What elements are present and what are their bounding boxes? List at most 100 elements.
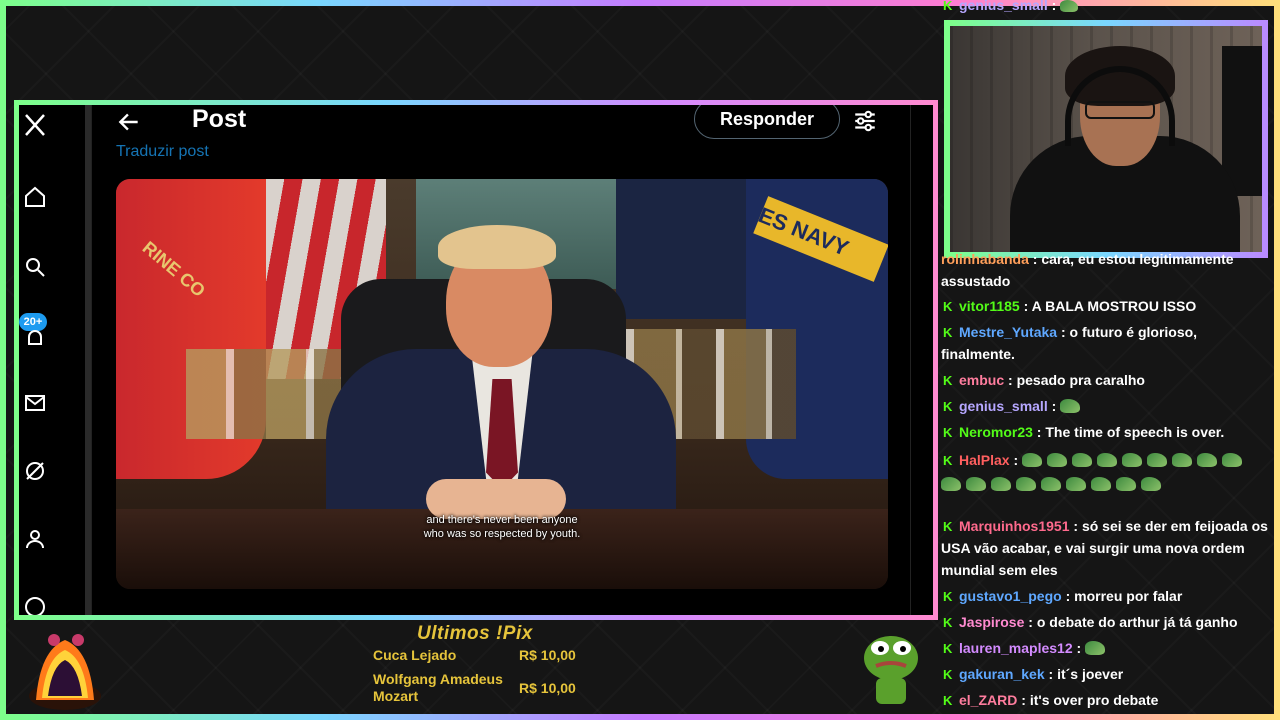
emote-icon <box>1016 477 1036 491</box>
chat-message: K Neromor23 : The time of speech is over. <box>943 424 1225 440</box>
pix-amount: R$ 10,00 <box>519 647 576 663</box>
pix-title: Ultimos !Pix <box>417 623 533 644</box>
filter-settings-icon[interactable] <box>852 108 878 134</box>
emote-icon <box>1147 453 1168 467</box>
chat-message: Klauren_maples12 : <box>941 637 1271 659</box>
more-icon[interactable] <box>23 595 47 615</box>
kick-badge-icon: K <box>943 615 953 630</box>
pepe-frog-icon <box>864 636 918 704</box>
video-subtitle: and there's never been anyone who was so… <box>116 513 888 541</box>
mail-icon[interactable] <box>23 391 47 415</box>
chat-username[interactable]: lauren_maples12 <box>959 640 1073 656</box>
kick-badge-icon: K <box>943 425 953 440</box>
kick-badge-icon: K <box>943 693 953 708</box>
chat-username[interactable]: genius_small <box>959 0 1048 13</box>
back-arrow-icon[interactable] <box>116 109 142 135</box>
chat-text: A BALA MOSTROU ISSO <box>1031 298 1197 314</box>
kick-badge-icon: K <box>943 373 953 388</box>
chat-text: pesado pra caralho <box>1016 372 1145 388</box>
chat-message: Kgustavo1_pego : morreu por falar <box>943 588 1183 604</box>
chat-username[interactable]: Marquinhos1951 <box>959 518 1069 534</box>
emote-icon <box>966 477 986 491</box>
chat-message: Kembuc : pesado pra caralho <box>943 372 1145 388</box>
chat-username[interactable]: gakuran_kek <box>959 666 1045 682</box>
emote-icon <box>991 477 1011 491</box>
post-header: Post Responder <box>92 105 910 145</box>
pix-amount: R$ 10,00 <box>519 680 576 696</box>
emote-icon <box>1041 477 1061 491</box>
kick-badge-icon: K <box>943 0 953 13</box>
reply-button[interactable]: Responder <box>694 105 840 139</box>
chat-username[interactable]: Jaspirose <box>959 614 1024 630</box>
chat-text: it's over pro debate <box>1029 692 1159 708</box>
emote-icon <box>1172 453 1193 467</box>
grok-icon[interactable] <box>23 459 47 483</box>
kick-badge-icon: K <box>943 641 953 656</box>
screen-capture: 20+ Post Responder Traduzir post RINE CO… <box>14 100 938 620</box>
chat-text: morreu por falar <box>1074 588 1183 604</box>
pix-donor-name: Cuca Lejado <box>373 647 457 663</box>
emote-icon <box>1122 453 1143 467</box>
chat-message: Kvitor1185 : A BALA MOSTROU ISSO <box>943 298 1197 314</box>
chat-username[interactable]: rolinhabanda <box>941 251 1029 267</box>
speaker-hair <box>438 225 556 269</box>
presidential-flag <box>616 179 756 319</box>
kick-badge-icon: K <box>943 299 953 314</box>
home-icon[interactable] <box>23 185 47 209</box>
chat-username[interactable]: el_ZARD <box>959 692 1017 708</box>
chat-username[interactable]: gustavo1_pego <box>959 588 1062 604</box>
emote-icon <box>1097 453 1118 467</box>
kick-badge-icon: K <box>943 667 953 682</box>
rainbow-mascot-icon <box>29 634 101 710</box>
kick-badge-icon: K <box>943 589 953 604</box>
kick-badge-icon: K <box>943 399 953 414</box>
chat-message: Kel_ZARD : it's over pro debate <box>943 692 1159 708</box>
emote-icon <box>1047 453 1068 467</box>
chat-message-partial: rolinhabanda : cara, eu estou legitimame… <box>941 251 1234 289</box>
chat-text: it´s joever <box>1057 666 1124 682</box>
kick-badge-icon: K <box>943 325 953 340</box>
bell-icon[interactable] <box>23 327 47 351</box>
pix-donor-name: Wolfgang Amadeus Mozart <box>373 671 503 704</box>
chat-username[interactable]: vitor1185 <box>959 298 1020 314</box>
chat-username[interactable]: embuc <box>959 372 1004 388</box>
emote-icon <box>1141 477 1161 491</box>
search-icon[interactable] <box>23 255 47 279</box>
chat-message: K Mestre_Yutaka : o futuro é glorioso, fi… <box>941 324 1198 362</box>
chat-username[interactable]: genius_small <box>959 398 1048 414</box>
page-title: Post <box>192 105 247 133</box>
emote-icon <box>941 477 961 491</box>
chat-username[interactable]: Mestre_Yutaka <box>959 324 1057 340</box>
kick-badge-icon: K <box>943 453 953 468</box>
chat-text: o debate do arthur já tá ganho <box>1036 614 1238 630</box>
emote-icon <box>1197 453 1218 467</box>
chat-message: Kgakuran_kek : it´s joever <box>943 666 1124 682</box>
post-detail: Post Responder Traduzir post RINE CO ES … <box>91 105 911 615</box>
kick-badge-icon: K <box>943 519 953 534</box>
x-logo-icon[interactable] <box>23 113 47 137</box>
emote-icon <box>1066 477 1086 491</box>
subtitle-line-2: who was so respected by youth. <box>423 528 581 540</box>
chat-panel: Kgenius_small : rolinhabanda : cara, eu … <box>941 0 1274 720</box>
post-video[interactable]: RINE CO ES NAVY and there's never been a… <box>116 179 888 589</box>
chat-message: K Marquinhos1951 : só sei se der em feijo… <box>941 518 1268 578</box>
profile-icon[interactable] <box>23 527 47 551</box>
emote-icon <box>1022 453 1043 467</box>
chat-username[interactable]: Neromor23 <box>959 424 1033 440</box>
emote-icon <box>1060 399 1081 413</box>
chat-message: Kgenius_small : <box>941 395 1271 417</box>
subtitle-line-1: and there's never been anyone <box>426 514 578 526</box>
chat-message-cut: Kgenius_small : <box>941 0 1271 16</box>
emote-icon <box>1091 477 1111 491</box>
chat-text: The time of speech is over. <box>1045 424 1225 440</box>
emote-icon <box>1222 453 1243 467</box>
chat-message: K Jaspirose : o debate do arthur já tá ga… <box>943 614 1238 630</box>
emote-icon <box>1116 477 1136 491</box>
emote-icon <box>1060 0 1079 12</box>
x-sidebar: 20+ <box>19 105 85 615</box>
chat-username[interactable]: HalPlax <box>959 452 1010 468</box>
chat-message: K HalPlax : <box>941 448 1271 496</box>
translate-post-link[interactable]: Traduzir post <box>116 143 209 161</box>
emote-icon <box>1072 453 1093 467</box>
emote-icon <box>1085 641 1106 655</box>
